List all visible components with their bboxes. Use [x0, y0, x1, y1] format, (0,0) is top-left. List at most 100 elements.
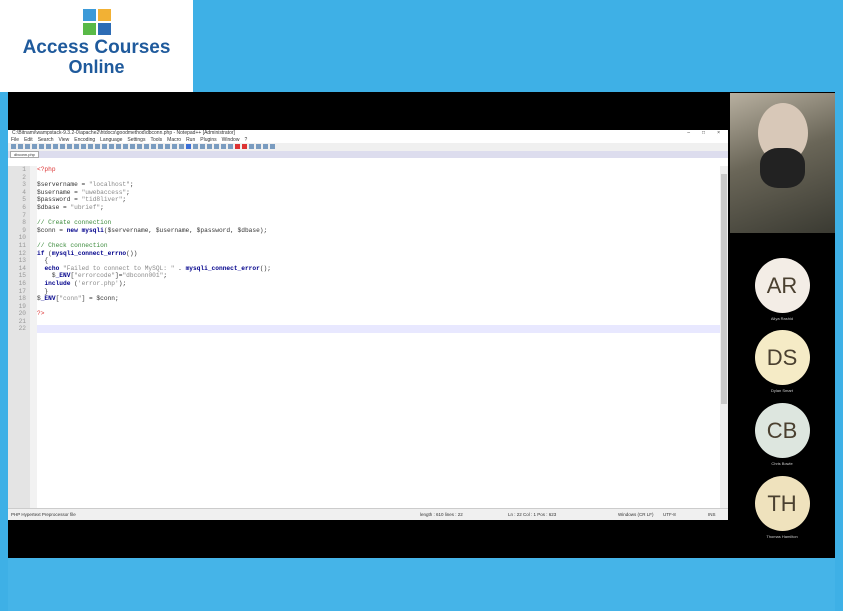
vertical-scrollbar[interactable]	[720, 166, 728, 508]
toolbar-button-icon[interactable]	[25, 144, 30, 149]
code-line[interactable]: ?>	[37, 310, 720, 318]
toolbar-button-icon[interactable]	[144, 144, 149, 149]
line-number: 20	[18, 310, 26, 318]
toolbar-button-icon[interactable]	[172, 144, 177, 149]
line-number: 7	[22, 211, 26, 219]
line-number: 10	[18, 234, 26, 242]
toolbar-button-icon[interactable]	[151, 144, 156, 149]
toolbar-button-icon[interactable]	[193, 144, 198, 149]
code-line[interactable]: // Check connection	[37, 242, 720, 250]
toolbar-button-icon[interactable]	[53, 144, 58, 149]
toolbar-button-icon[interactable]	[179, 144, 184, 149]
toolbar-button-icon[interactable]	[95, 144, 100, 149]
menu-item[interactable]: Window	[222, 137, 240, 143]
toolbar-button-icon[interactable]	[256, 144, 261, 149]
toolbar-button-icon[interactable]	[130, 144, 135, 149]
header-banner	[193, 0, 835, 92]
toolbar-button-icon[interactable]	[165, 144, 170, 149]
participant-name: Aliya Rashid	[770, 316, 794, 321]
menu-item[interactable]: View	[59, 137, 70, 143]
toolbar-button-icon[interactable]	[228, 144, 233, 149]
status-eol: Windows (CR LF)	[618, 512, 654, 517]
toolbar-button-icon[interactable]	[242, 144, 247, 149]
logo-line1: Access Courses	[22, 37, 171, 58]
toolbar-button-icon[interactable]	[200, 144, 205, 149]
code-line[interactable]: $_ENV["errorcode"]="dbconn001";	[37, 272, 720, 280]
code-line[interactable]	[37, 234, 720, 242]
menu-item[interactable]: Language	[100, 137, 122, 143]
code-area[interactable]: 1 2 3 4 5 6 7 8 9 10 11 12 13 14 15 16 17 18 19 20 21 22 <?ph…	[8, 166, 720, 508]
toolbar-button-icon[interactable]	[46, 144, 51, 149]
toolbar-button-icon[interactable]	[137, 144, 142, 149]
menu-item[interactable]: Search	[38, 137, 54, 143]
line-number: 15	[18, 272, 26, 280]
participant-avatar: CB	[754, 403, 810, 458]
code-lines[interactable]: <?php $servername = "localhost"; $usernam…	[37, 166, 720, 334]
scrollbar-thumb[interactable]	[721, 174, 727, 404]
toolbar-button-icon[interactable]	[32, 144, 37, 149]
menu-item[interactable]: Run	[186, 137, 195, 143]
toolbar-button-icon[interactable]	[158, 144, 163, 149]
menu-item[interactable]: ?	[244, 137, 247, 143]
code-line[interactable]: if (mysqli_connect_errno())	[37, 250, 720, 258]
code-line[interactable]: {	[37, 257, 720, 265]
menu-item[interactable]: Edit	[24, 137, 33, 143]
line-number: 21	[18, 317, 26, 325]
toolbar-button-icon[interactable]	[263, 144, 268, 149]
menu-item[interactable]: Plugins	[200, 137, 216, 143]
line-number: 16	[18, 279, 26, 287]
code-line[interactable]: $conn = new mysqli($servername, $usernam…	[37, 227, 720, 235]
menu-item[interactable]: File	[11, 137, 19, 143]
toolbar-button-icon[interactable]	[11, 144, 16, 149]
toolbar-button-icon[interactable]	[270, 144, 275, 149]
toolbar-button-icon[interactable]	[18, 144, 23, 149]
line-number: 9	[22, 226, 26, 234]
menu-item[interactable]: Macro	[167, 137, 181, 143]
line-number: 5	[22, 196, 26, 204]
toolbar-button-icon[interactable]	[39, 144, 44, 149]
toolbar-button-icon[interactable]	[221, 144, 226, 149]
code-line[interactable]: }	[37, 288, 720, 296]
toolbar-button-icon[interactable]	[186, 144, 191, 149]
toolbar-button-icon[interactable]	[207, 144, 212, 149]
toolbar-button-icon[interactable]	[109, 144, 114, 149]
code-line[interactable]	[37, 212, 720, 220]
tab-dbconn[interactable]: dbconn.php	[10, 151, 39, 158]
line-number: 13	[18, 257, 26, 265]
code-line[interactable]: $_ENV["conn"] = $conn;	[37, 295, 720, 303]
code-line[interactable]	[37, 325, 720, 334]
toolbar-button-icon[interactable]	[116, 144, 121, 149]
logo-icon	[82, 9, 111, 35]
toolbar-button-icon[interactable]	[102, 144, 107, 149]
code-line[interactable]: $servername = "localhost";	[37, 181, 720, 189]
participant-tile: AR Aliya Rashid	[752, 258, 812, 321]
code-line[interactable]	[37, 174, 720, 182]
menu-item[interactable]: Encoding	[74, 137, 95, 143]
close-button[interactable]: ×	[717, 130, 720, 137]
code-line[interactable]: $dbase = "ubrief";	[37, 204, 720, 212]
toolbar-button-icon[interactable]	[60, 144, 65, 149]
code-line[interactable]: echo "Failed to connect to MySQL: " . my…	[37, 265, 720, 273]
code-line[interactable]: $username = "uwebaccess";	[37, 189, 720, 197]
menu-item[interactable]: Settings	[127, 137, 145, 143]
line-number: 14	[18, 264, 26, 272]
participant-name: Dylan Smart	[770, 388, 793, 393]
toolbar-button-icon[interactable]	[235, 144, 240, 149]
toolbar-button-icon[interactable]	[74, 144, 79, 149]
toolbar-button-icon[interactable]	[88, 144, 93, 149]
code-line[interactable]	[37, 318, 720, 326]
toolbar-button-icon[interactable]	[81, 144, 86, 149]
code-line[interactable]: <?php	[37, 166, 720, 174]
code-line[interactable]: // Create connection	[37, 219, 720, 227]
code-line[interactable]	[37, 303, 720, 311]
menu-item[interactable]: Tools	[150, 137, 162, 143]
line-number: 8	[22, 219, 26, 227]
toolbar-button-icon[interactable]	[214, 144, 219, 149]
code-line[interactable]: include ('error.php');	[37, 280, 720, 288]
code-line[interactable]: $password = "tid8liver";	[37, 196, 720, 204]
toolbar-button-icon[interactable]	[123, 144, 128, 149]
toolbar-button-icon[interactable]	[249, 144, 254, 149]
maximize-button[interactable]: □	[702, 130, 705, 137]
toolbar-button-icon[interactable]	[67, 144, 72, 149]
minimize-button[interactable]: –	[687, 130, 690, 137]
